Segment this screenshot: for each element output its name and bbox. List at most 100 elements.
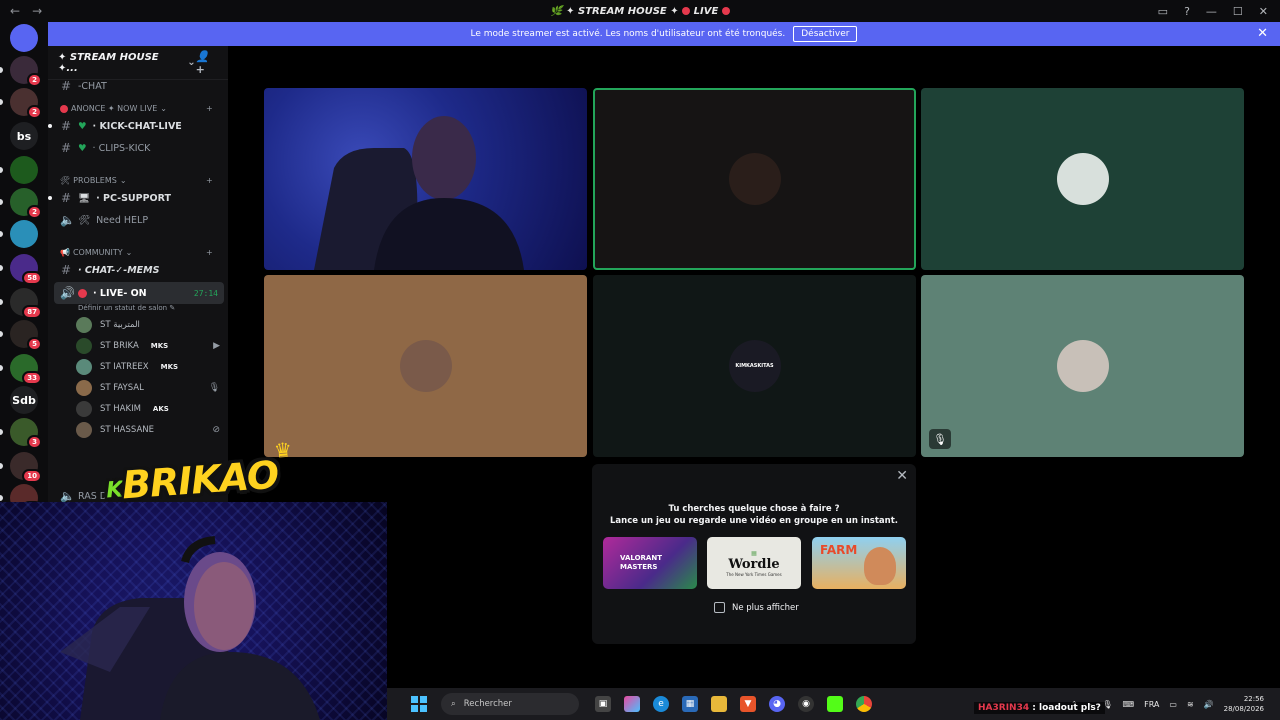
maximize-button[interactable]: ☐ bbox=[1233, 5, 1243, 18]
mention-badge: 2 bbox=[27, 105, 42, 119]
video-tile-user-4[interactable] bbox=[264, 275, 587, 457]
discord-icon[interactable]: ◕ bbox=[769, 696, 785, 712]
video-tile-webcam-main[interactable] bbox=[264, 88, 587, 270]
server-icon[interactable]: 5 bbox=[10, 320, 42, 351]
channel-pc-support[interactable]: # 🖥 · PC-SUPPORT bbox=[48, 188, 224, 208]
voice-member[interactable]: ST HASSANE ⊘ bbox=[76, 421, 226, 439]
kick-icon[interactable] bbox=[827, 696, 843, 712]
video-tile-user-3[interactable] bbox=[921, 88, 1244, 270]
minimize-button[interactable]: — bbox=[1206, 5, 1217, 18]
channel-live-on[interactable]: 🔊 · LIVE- ON 27:14 bbox=[54, 282, 224, 304]
voice-member[interactable]: ST HAKIM AKS bbox=[76, 400, 226, 418]
wordle-grid-icon: ▦ bbox=[751, 549, 757, 557]
speaker-icon: 🔊 bbox=[60, 286, 75, 300]
edge-icon[interactable]: e bbox=[653, 696, 669, 712]
clock-time: 22:56 bbox=[1243, 695, 1264, 703]
chevron-down-icon[interactable]: ⌄ bbox=[187, 57, 195, 68]
category-community[interactable]: 📢 COMMUNITY ⌄ + bbox=[60, 248, 213, 257]
title-bar: ← → 🌿 ✦ STREAM HOUSE ✦ LIVE ▭ ? — ☐ ✕ bbox=[0, 0, 1280, 22]
brave-icon[interactable]: ▼ bbox=[740, 696, 756, 712]
channel-chat-mems[interactable]: # · CHAT-✓-MEMS bbox=[54, 260, 224, 280]
video-tile-user-6[interactable]: 🎙 bbox=[921, 275, 1244, 457]
add-channel-icon[interactable]: + bbox=[206, 248, 213, 257]
voice-member[interactable]: ST IATREEX MKS bbox=[76, 358, 226, 376]
activity-card-valorant[interactable]: VALORANT MASTERS bbox=[603, 537, 697, 589]
inbox-icon[interactable]: ▭ bbox=[1158, 5, 1168, 18]
server-icon[interactable]: 87 bbox=[10, 288, 42, 319]
server-icon[interactable]: 2 bbox=[10, 188, 42, 219]
video-tile-user-2[interactable] bbox=[593, 88, 916, 270]
unread-pill bbox=[0, 67, 3, 73]
category-annonce[interactable]: ANONCE ✦ NOW LIVE ⌄ + bbox=[60, 104, 213, 113]
title-text: ✦ STREAM HOUSE ✦ bbox=[566, 5, 679, 17]
member-name: ST IATREEX bbox=[100, 362, 149, 372]
avatar bbox=[76, 317, 92, 333]
server-icon[interactable]: 33 bbox=[10, 354, 42, 385]
channel-partial-top[interactable]: # -CHAT bbox=[54, 76, 224, 96]
voice-member[interactable]: ST FAYSAL 🎙 bbox=[76, 379, 226, 397]
start-button[interactable] bbox=[411, 696, 427, 712]
wifi-icon[interactable]: ≋ bbox=[1187, 700, 1194, 709]
category-problems[interactable]: 🛠 PROBLEMS ⌄ + bbox=[60, 176, 213, 185]
channel-clips-kick[interactable]: # ♥ · CLIPS-KICK bbox=[54, 138, 224, 158]
add-channel-icon[interactable]: + bbox=[206, 104, 213, 113]
disable-streamer-button[interactable]: Désactiver bbox=[793, 26, 858, 42]
obs-icon[interactable]: ◉ bbox=[798, 696, 814, 712]
voice-member[interactable]: ST BRIKA MKS ▶ bbox=[76, 337, 226, 355]
voice-member[interactable]: ST المتربية bbox=[76, 316, 226, 334]
server-rail: 22bs25887533Sdb31028 bbox=[0, 22, 48, 515]
video-tile-user-5[interactable]: KIMKASKITAS bbox=[593, 275, 916, 457]
store-icon[interactable]: ▦ bbox=[682, 696, 698, 712]
channel-sidebar: ✦ STREAM HOUSE ✦... ⌄ 👤+ # -CHAT ANONCE … bbox=[48, 46, 228, 502]
category-label: COMMUNITY bbox=[72, 248, 123, 257]
server-icon[interactable]: Sdb bbox=[10, 386, 38, 414]
banner-message: Le mode streamer est activé. Les noms d'… bbox=[470, 29, 786, 39]
taskbar-search[interactable]: ⌕ Rechercher bbox=[441, 693, 579, 715]
member-tag: MKS bbox=[160, 363, 179, 371]
mention-badge: 33 bbox=[22, 371, 42, 385]
language-indicator[interactable]: FRA bbox=[1144, 700, 1159, 709]
unread-indicator bbox=[48, 124, 52, 128]
help-icon[interactable]: ? bbox=[1184, 5, 1190, 18]
member-tag: AKS bbox=[152, 405, 169, 413]
add-channel-icon[interactable]: + bbox=[206, 176, 213, 185]
add-member-icon[interactable]: 👤+ bbox=[196, 50, 218, 76]
checkbox[interactable] bbox=[714, 602, 725, 613]
keyboard-icon[interactable]: ⌨ bbox=[1123, 700, 1135, 709]
set-status-hint[interactable]: Définir un statut de salon ✎ bbox=[78, 304, 175, 312]
avatar bbox=[76, 380, 92, 396]
clock[interactable]: 22:56 28/08/2026 bbox=[1224, 694, 1264, 714]
activity-headline: Tu cherches quelque chose à faire ? bbox=[668, 504, 840, 514]
unread-pill bbox=[0, 495, 3, 501]
channel-label: · LIVE- ON bbox=[93, 287, 147, 299]
display-icon[interactable]: ▭ bbox=[1169, 700, 1177, 709]
server-icon[interactable]: bs bbox=[10, 122, 38, 150]
server-icon[interactable]: 58 bbox=[10, 254, 42, 285]
channel-label: · CLIPS-KICK bbox=[92, 142, 151, 154]
channel-need-help[interactable]: 🔈 🛠 Need HELP bbox=[54, 210, 224, 230]
unread-indicator bbox=[48, 196, 52, 200]
server-icon[interactable]: 2 bbox=[10, 56, 42, 87]
server-header[interactable]: ✦ STREAM HOUSE ✦... ⌄ 👤+ bbox=[48, 46, 228, 80]
server-icon[interactable]: 3 bbox=[10, 418, 42, 449]
red-dot-icon bbox=[60, 104, 68, 113]
file-explorer-icon[interactable] bbox=[711, 696, 727, 712]
title-suffix: LIVE bbox=[693, 5, 719, 17]
volume-icon[interactable]: 🔊 bbox=[1204, 700, 1214, 709]
dont-show-again[interactable]: Ne plus afficher bbox=[714, 602, 799, 613]
server-icon[interactable]: 2 bbox=[10, 88, 42, 119]
discord-home-icon[interactable] bbox=[10, 24, 38, 52]
server-icon[interactable] bbox=[10, 156, 38, 184]
close-button[interactable]: ✕ bbox=[1259, 5, 1268, 18]
channel-kick-chat-live[interactable]: # ♥ · KICK-CHAT-LIVE bbox=[48, 116, 224, 136]
close-icon[interactable]: ✕ bbox=[896, 468, 908, 484]
server-icon[interactable] bbox=[10, 220, 38, 248]
chrome-icon[interactable] bbox=[856, 696, 872, 712]
task-view-icon[interactable]: ▣ bbox=[595, 696, 611, 712]
search-icon: ⌕ bbox=[451, 699, 456, 709]
server-icon[interactable]: 10 bbox=[10, 452, 42, 483]
activity-card-farm[interactable]: FARM bbox=[812, 537, 906, 589]
activity-card-wordle[interactable]: ▦ Wordle The New York Times Games bbox=[707, 537, 801, 589]
copilot-icon[interactable] bbox=[624, 696, 640, 712]
banner-close-icon[interactable]: ✕ bbox=[1257, 26, 1268, 41]
